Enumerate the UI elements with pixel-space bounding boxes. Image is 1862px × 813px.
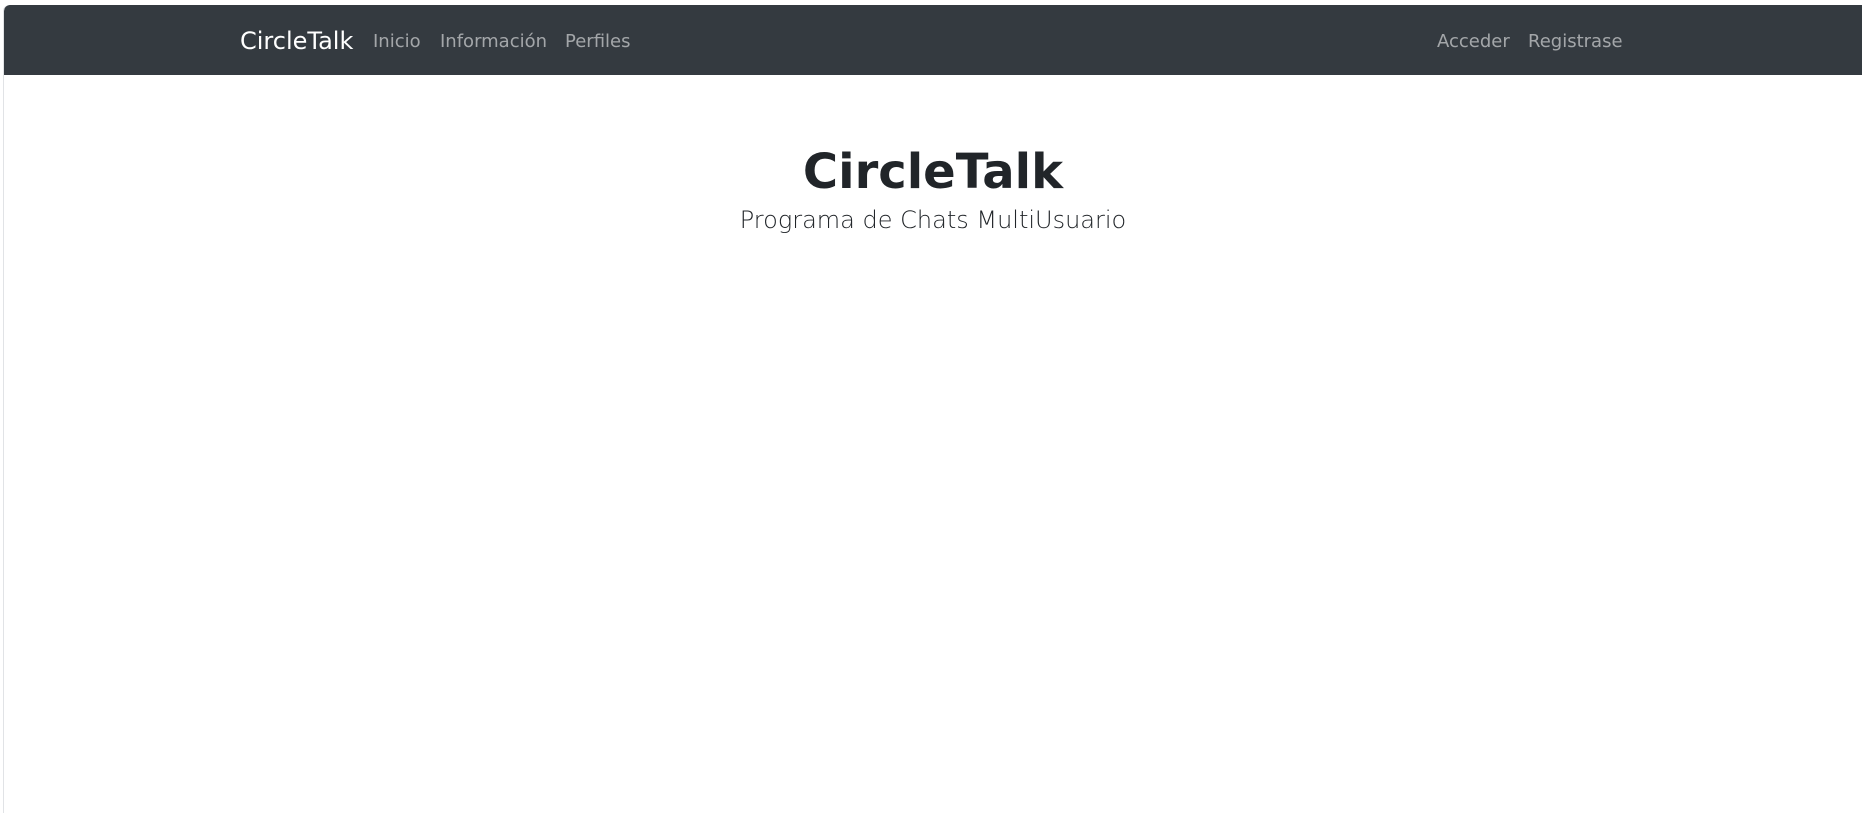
nav-link-inicio[interactable]: Inicio — [373, 31, 421, 53]
brand-link[interactable]: CircleTalk — [240, 27, 353, 55]
hero-section: CircleTalk Programa de Chats MultiUsuari… — [4, 143, 1862, 235]
page-subtitle: Programa de Chats MultiUsuario — [739, 206, 1127, 234]
nav-link-registrase[interactable]: Registrase — [1528, 31, 1623, 53]
nav-link-informacion[interactable]: Información — [440, 31, 547, 53]
page-title: CircleTalk — [802, 144, 1064, 200]
nav-link-perfiles[interactable]: Perfiles — [565, 31, 630, 53]
nav-link-acceder[interactable]: Acceder — [1437, 31, 1510, 53]
top-navbar: CircleTalk Inicio Información Perfiles A… — [4, 5, 1862, 75]
browser-page: CircleTalk Inicio Información Perfiles A… — [3, 5, 1862, 813]
